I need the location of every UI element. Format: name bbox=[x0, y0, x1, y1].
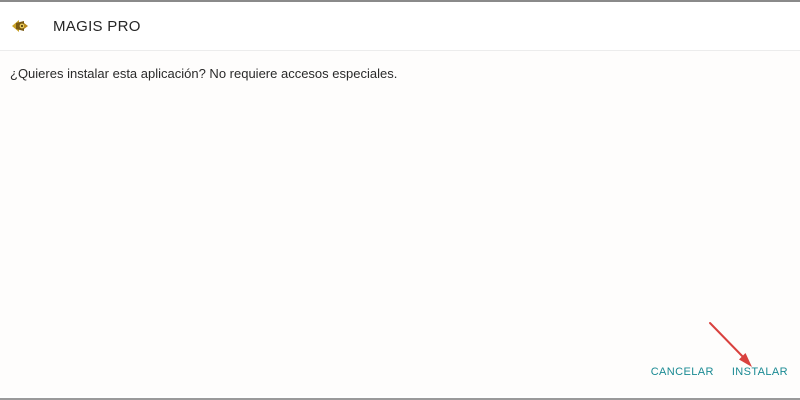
dialog-actions: CANCELAR INSTALAR bbox=[651, 365, 788, 379]
install-message: ¿Quieres instalar esta aplicación? No re… bbox=[10, 66, 398, 81]
cancel-button[interactable]: CANCELAR bbox=[651, 365, 714, 379]
install-dialog-window: MAGIS PRO ¿Quieres instalar esta aplicac… bbox=[0, 0, 800, 400]
app-title: MAGIS PRO bbox=[53, 18, 141, 35]
magis-app-icon bbox=[10, 17, 30, 35]
install-button[interactable]: INSTALAR bbox=[732, 365, 788, 379]
title-bar: MAGIS PRO bbox=[0, 2, 800, 51]
dialog-content: ¿Quieres instalar esta aplicación? No re… bbox=[0, 51, 800, 396]
